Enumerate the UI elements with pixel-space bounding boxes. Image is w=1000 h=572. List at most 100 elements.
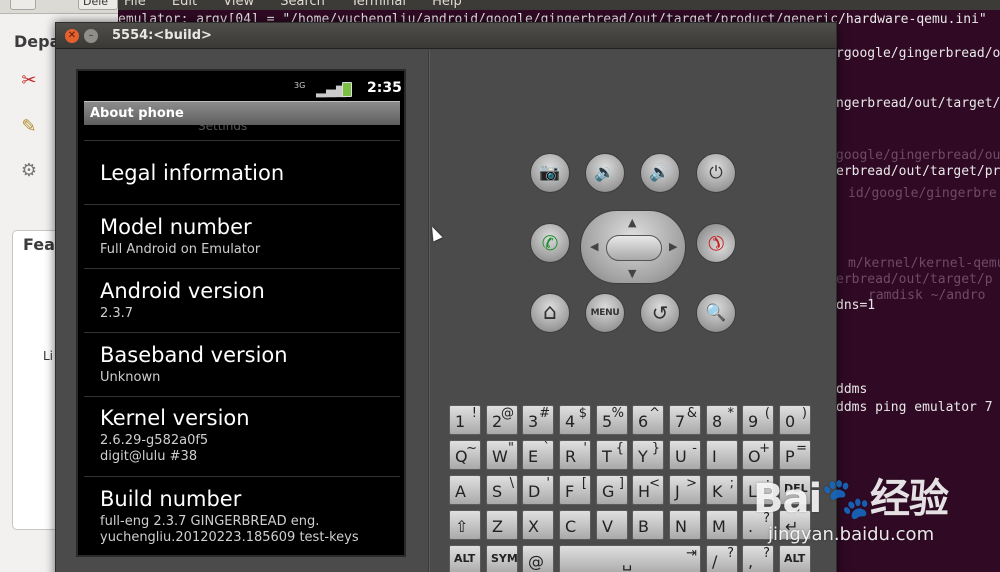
list-item-build[interactable]: Build number full-eng 2.3.7 GINGERBREAD … bbox=[84, 476, 400, 557]
panel-item[interactable]: Li bbox=[43, 349, 53, 363]
alt-key[interactable]: ALT bbox=[449, 545, 481, 572]
list-item-legal[interactable]: Legal information bbox=[84, 140, 400, 204]
dpad-down-icon[interactable]: ▼ bbox=[628, 267, 636, 280]
toolbar-button[interactable] bbox=[10, 0, 36, 10]
dpad-center-button[interactable] bbox=[606, 235, 662, 261]
key[interactable]: H < bbox=[632, 475, 664, 505]
tab-icon: ⇥ bbox=[686, 546, 697, 561]
dpad[interactable]: ▲ ▼ ◀ ▶ bbox=[580, 210, 686, 284]
key[interactable]: 3 # bbox=[522, 405, 554, 435]
key[interactable]: C bbox=[559, 510, 591, 540]
key[interactable]: J > bbox=[669, 475, 701, 505]
menu-view[interactable]: View bbox=[223, 0, 254, 9]
home-icon: ⌂ bbox=[543, 300, 557, 325]
android-screen[interactable]: 3G ▂▄▆ 2:35 About phone Settings Legal i… bbox=[76, 69, 406, 557]
key[interactable]: K; bbox=[706, 475, 738, 505]
dpad-up-icon[interactable]: ▲ bbox=[628, 216, 636, 229]
key[interactable]: 4 $ bbox=[559, 405, 591, 435]
key-label: R bbox=[565, 447, 577, 466]
list-item-baseband[interactable]: Baseband version Unknown bbox=[84, 332, 400, 396]
sym-key[interactable]: SYM bbox=[486, 545, 518, 572]
key[interactable]: U- bbox=[669, 440, 701, 470]
key[interactable]: Z bbox=[486, 510, 518, 540]
at-key[interactable]: @ bbox=[522, 545, 554, 572]
window-title: 5554:<build> bbox=[112, 28, 212, 43]
camera-button[interactable]: 📷 bbox=[530, 153, 570, 193]
key-alt-label: } bbox=[651, 441, 660, 456]
list-item-android-version[interactable]: Android version 2.3.7 bbox=[84, 268, 400, 332]
watermark: Bai🐾经验 jingyan.baidu.com bbox=[748, 460, 1000, 572]
volume-up-button[interactable]: 🔊 bbox=[640, 153, 680, 193]
menu-terminal[interactable]: Terminal bbox=[351, 0, 406, 9]
call-button[interactable]: ✆ bbox=[530, 223, 570, 263]
volume-down-button[interactable]: 🔉 bbox=[585, 153, 625, 193]
key[interactable]: 6 ^ bbox=[632, 405, 664, 435]
gear-icon[interactable]: ⚙ bbox=[18, 160, 40, 182]
space-key[interactable]: ␣ ⇥ bbox=[559, 545, 701, 572]
key-alt-label: $ bbox=[578, 406, 587, 421]
item-title: Build number bbox=[100, 487, 242, 511]
key[interactable]: E ` bbox=[522, 440, 554, 470]
home-button[interactable]: ⌂ bbox=[530, 293, 570, 333]
key[interactable]: B bbox=[632, 510, 664, 540]
key-alt-label: % bbox=[611, 406, 624, 421]
key[interactable]: A bbox=[449, 475, 481, 505]
menu-file[interactable]: File bbox=[124, 0, 146, 9]
key[interactable]: 7 & bbox=[669, 405, 701, 435]
key-label: 4 bbox=[565, 412, 576, 431]
menu-help[interactable]: Help bbox=[432, 0, 462, 9]
key[interactable]: 9( bbox=[742, 405, 774, 435]
back-button[interactable]: ↺ bbox=[640, 293, 680, 333]
list-item-kernel[interactable]: Kernel version 2.6.29-g582a0f5 digit@lul… bbox=[84, 396, 400, 476]
key[interactable]: N bbox=[669, 510, 701, 540]
key[interactable]: 5% bbox=[596, 405, 628, 435]
minimize-icon[interactable]: – bbox=[84, 29, 98, 43]
terminal-line: ramdisk ~/andro bbox=[868, 288, 986, 303]
close-icon[interactable]: ✕ bbox=[65, 29, 79, 43]
search-button[interactable]: 🔍 bbox=[696, 293, 736, 333]
document-icon[interactable]: ✎ bbox=[18, 116, 40, 138]
key[interactable]: 1! bbox=[449, 405, 481, 435]
key[interactable]: M bbox=[706, 510, 738, 540]
app-toolbar: Dele bbox=[0, 0, 118, 14]
key[interactable]: T{ bbox=[596, 440, 628, 470]
key-label: B bbox=[638, 517, 649, 536]
key[interactable]: D ' bbox=[522, 475, 554, 505]
power-icon: ⏻ bbox=[709, 163, 723, 183]
item-value: full-eng 2.3.7 GINGERBREAD eng. yuchengl… bbox=[100, 514, 359, 545]
key[interactable]: 2 @ bbox=[486, 405, 518, 435]
item-title: Kernel version bbox=[100, 406, 250, 430]
key[interactable]: 8 * bbox=[706, 405, 738, 435]
key[interactable]: S \ bbox=[486, 475, 518, 505]
power-button[interactable]: ⏻ bbox=[696, 153, 736, 193]
key-alt-label: ^ bbox=[649, 406, 660, 421]
delete-button[interactable]: Dele bbox=[78, 0, 118, 10]
window-titlebar[interactable]: ✕ – 5554:<build> bbox=[56, 23, 836, 49]
key-label: / bbox=[712, 552, 718, 571]
key[interactable]: W " bbox=[486, 440, 518, 470]
slash-key[interactable]: /? bbox=[706, 545, 738, 572]
key[interactable]: R ' bbox=[559, 440, 591, 470]
menu-search[interactable]: Search bbox=[280, 0, 325, 9]
dpad-right-icon[interactable]: ▶ bbox=[669, 240, 677, 253]
key-label: 3 bbox=[528, 412, 539, 431]
key[interactable]: G] bbox=[596, 475, 628, 505]
key[interactable]: Y} bbox=[632, 440, 664, 470]
terminal-line: ddms bbox=[836, 382, 868, 397]
terminal-line: ngerbread/out/target/p bbox=[836, 96, 1000, 111]
end-call-button[interactable]: ✆ bbox=[687, 214, 745, 272]
tools-icon[interactable]: ✂ bbox=[18, 70, 40, 92]
key-label: I bbox=[712, 447, 717, 466]
list-item-model[interactable]: Model number Full Android on Emulator bbox=[84, 204, 400, 268]
shift-key[interactable]: ⇧ bbox=[449, 510, 481, 540]
menu-edit[interactable]: Edit bbox=[172, 0, 197, 9]
key[interactable]: V bbox=[596, 510, 628, 540]
dpad-left-icon[interactable]: ◀ bbox=[590, 240, 598, 253]
key[interactable]: X bbox=[522, 510, 554, 540]
key[interactable]: F[ bbox=[559, 475, 591, 505]
key[interactable]: 0) bbox=[779, 405, 811, 435]
key-label: J bbox=[675, 482, 680, 501]
key[interactable]: I bbox=[706, 440, 738, 470]
key[interactable]: Q ~ bbox=[449, 440, 481, 470]
menu-button[interactable]: MENU bbox=[585, 293, 625, 333]
